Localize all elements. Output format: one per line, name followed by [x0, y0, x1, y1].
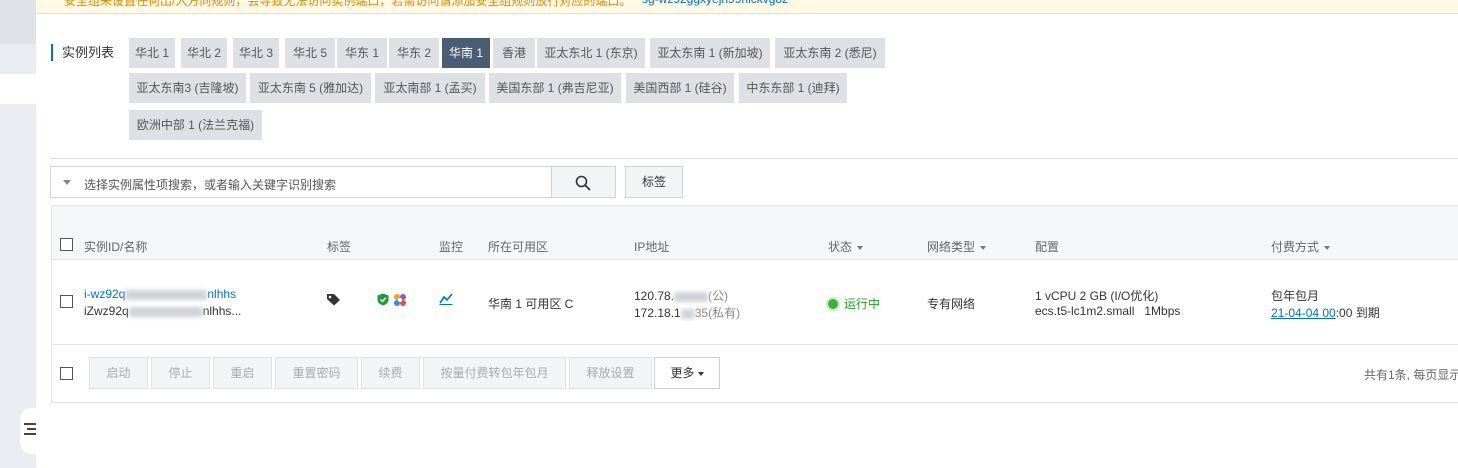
- config-spec: 1 vCPU 2 GB (I/O优化): [1035, 289, 1159, 303]
- region-tab[interactable]: 欧洲中部 1 (法兰克福): [129, 110, 262, 140]
- region-tab[interactable]: 华北 5: [285, 38, 335, 68]
- config-type: ecs.t5-lc1m2.small 1Mbps: [1035, 304, 1181, 318]
- redaction-blur: [128, 306, 203, 317]
- col-status[interactable]: 状态: [828, 238, 864, 255]
- action-button[interactable]: 启动: [89, 357, 148, 389]
- col-network-label: 网络类型: [927, 240, 976, 254]
- status-badge: 运行中: [828, 295, 880, 312]
- sort-caret-icon[interactable]: [980, 245, 987, 250]
- action-button[interactable]: 续费: [361, 357, 420, 389]
- col-monitor: 监控: [439, 240, 464, 254]
- notice-text: 安全组未设置任何出/入方向规则，会导致无法访问实例端口，若需访问请添加安全组规则…: [64, 0, 632, 8]
- instance-id-suffix: nlhhs: [207, 287, 237, 301]
- col-network[interactable]: 网络类型: [927, 238, 987, 255]
- region-tab[interactable]: 亚太东南 2 (悉尼): [775, 38, 885, 68]
- zone-value: 华南 1 可用区 C: [488, 297, 574, 311]
- expire-rest: :00 到期: [1335, 306, 1380, 320]
- instance-id-link[interactable]: i-wz92q nlhhs: [84, 287, 236, 301]
- billing-type: 包年包月: [1271, 289, 1320, 303]
- public-ip-prefix: 120.78.: [634, 289, 675, 303]
- col-zone: 所在可用区: [488, 240, 549, 254]
- region-tab[interactable]: 美国西部 1 (硅谷): [626, 73, 734, 103]
- action-button[interactable]: 停止: [151, 357, 210, 389]
- region-tab[interactable]: 亚太东北 1 (东京): [537, 38, 645, 68]
- expire-date-link[interactable]: 21-04-04 00: [1271, 306, 1336, 320]
- region-tab[interactable]: 亚太南部 1 (孟买): [375, 73, 485, 103]
- tag-filter-button[interactable]: 标签: [625, 166, 683, 198]
- region-tab[interactable]: 香港: [493, 38, 535, 68]
- instance-id-prefix: i-wz92q: [84, 287, 126, 301]
- menu-icon[interactable]: [24, 423, 36, 437]
- app-icon[interactable]: [393, 293, 407, 307]
- col-status-label: 状态: [828, 240, 853, 254]
- region-tab[interactable]: 美国东部 1 (弗吉尼亚): [489, 73, 621, 103]
- region-tab[interactable]: 中东东部 1 (迪拜): [739, 73, 847, 103]
- action-button[interactable]: 重置密码: [275, 357, 358, 389]
- action-button[interactable]: 释放设置: [569, 357, 652, 389]
- redaction-blur: [680, 308, 695, 319]
- rail-block-selected: [0, 74, 36, 104]
- redaction-blur: [674, 291, 709, 302]
- select-all-checkbox[interactable]: [60, 238, 73, 251]
- pagination-summary: 共有1条, 每页显示: [1364, 368, 1458, 382]
- security-group-link[interactable]: sg-wz92ggxyejn99hlckvg8z: [642, 0, 788, 6]
- private-ip-prefix: 172.18.1: [634, 306, 681, 320]
- region-tab[interactable]: 亚太东南3 (吉隆坡): [129, 73, 246, 103]
- redaction-blur: [125, 289, 208, 300]
- action-button[interactable]: 按量付费转包年包月: [423, 357, 566, 389]
- instance-name-prefix: iZwz92q: [84, 304, 129, 318]
- expire-time: 21-04-04 00:00 到期: [1271, 304, 1380, 321]
- instance-list-title: 实例列表: [51, 44, 114, 61]
- shield-icon[interactable]: [377, 293, 389, 306]
- private-ip-suffix: 35(私有): [694, 306, 741, 320]
- status-dot-icon: [828, 299, 838, 309]
- left-rail: [0, 0, 42, 468]
- table-row: i-wz92q nlhhs iZwz92q nlhhs... 华南 1 可用区 C …: [52, 260, 1458, 345]
- col-tags: 标签: [327, 240, 352, 254]
- region-tab[interactable]: 亚太东南 5 (雅加达): [250, 73, 371, 103]
- footer-select-all-checkbox[interactable]: [60, 367, 73, 380]
- instance-name-suffix: nlhhs...: [202, 304, 242, 318]
- rail-block: [0, 0, 36, 44]
- more-button[interactable]: 更多: [654, 357, 720, 389]
- instance-name: iZwz92q nlhhs...: [84, 304, 241, 318]
- instance-table: 实例ID/名称 标签 监控 所在可用区 IP地址 状态 网络类型 配置 付费方式…: [51, 205, 1458, 403]
- sort-caret-icon[interactable]: [1324, 245, 1331, 250]
- network-type: 专有网络: [927, 297, 976, 311]
- table-header: 实例ID/名称 标签 监控 所在可用区 IP地址 状态 网络类型 配置 付费方式: [52, 206, 1458, 260]
- region-tab[interactable]: 华北 1: [129, 38, 175, 68]
- tag-icon[interactable]: [326, 293, 341, 306]
- col-config: 配置: [1035, 240, 1060, 254]
- chart-line-icon[interactable]: [439, 293, 453, 305]
- region-tab[interactable]: 亚太东南 1 (新加坡): [650, 38, 770, 68]
- col-billing-label: 付费方式: [1271, 240, 1320, 254]
- search-placeholder: 选择实例属性项搜索，或者输入关键字识别搜索: [84, 178, 337, 192]
- chevron-down-icon[interactable]: [63, 180, 71, 185]
- more-label: 更多: [670, 366, 695, 380]
- public-ip-tag: (公): [708, 289, 729, 303]
- col-ip: IP地址: [634, 240, 670, 254]
- search-icon: [575, 175, 591, 191]
- sort-caret-icon[interactable]: [857, 245, 864, 250]
- security-notice: 安全组未设置任何出/入方向规则，会导致无法访问实例端口，若需访问请添加安全组规则…: [36, 0, 1458, 14]
- table-footer: 启动 停止 重启 重置密码 续费 按量付费转包年包月 释放设置 更多 共有1条, 每页显示: [52, 345, 1458, 402]
- public-ip: 120.78. (公): [634, 287, 728, 304]
- status-text: 运行中: [844, 297, 881, 311]
- divider: [50, 158, 1458, 159]
- action-button[interactable]: 重启: [213, 357, 272, 389]
- region-tab[interactable]: 华北 2: [181, 38, 227, 68]
- row-checkbox[interactable]: [60, 295, 73, 308]
- region-tab[interactable]: 华东 2: [389, 38, 439, 68]
- region-tab[interactable]: 华北 3: [233, 38, 279, 68]
- region-tab[interactable]: 华东 1: [337, 38, 387, 68]
- col-billing[interactable]: 付费方式: [1271, 238, 1331, 255]
- chevron-down-icon: [697, 371, 704, 376]
- search-input[interactable]: 选择实例属性项搜索，或者输入关键字识别搜索: [50, 166, 552, 198]
- private-ip: 172.18.1 35(私有): [634, 304, 740, 321]
- region-tab[interactable]: 华南 1: [442, 38, 490, 68]
- col-instance-id: 实例ID/名称: [84, 240, 148, 254]
- search-button[interactable]: [551, 166, 616, 198]
